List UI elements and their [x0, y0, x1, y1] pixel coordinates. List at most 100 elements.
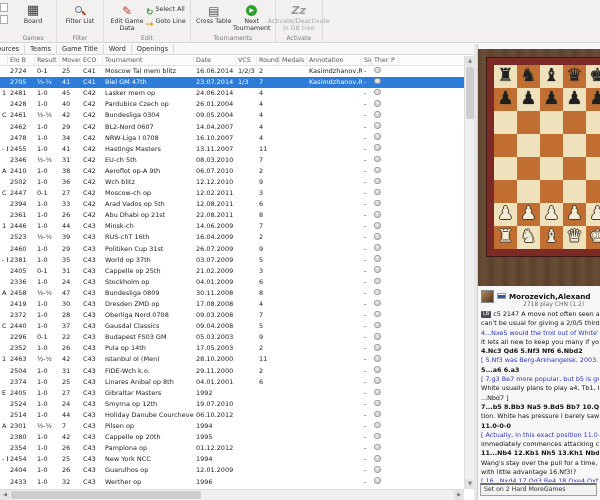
notation-move-line[interactable]: [ 7.g3 Be7 more popular, but b5 is great…	[481, 375, 599, 384]
column-header-Moves[interactable]: Moves	[60, 56, 81, 65]
goto-line-button[interactable]: → Goto Line	[146, 16, 186, 30]
game-row[interactable]: E 2405 1-0 27 C43 Gibraltar Masters 1992 -	[0, 388, 464, 399]
cell	[307, 188, 362, 199]
game-row[interactable]: 2523 ½-½ 39 C43 RUS-chT 16th 16.04.2009 2 -	[0, 232, 464, 243]
notation-move-line[interactable]: [ Actually, in this exact position 11.0-…	[481, 431, 599, 440]
game-row[interactable]: 2394 1-0 33 C42 Arad Vados op 5th 12.08.2011 6…	[0, 199, 464, 210]
chess-board[interactable]: ♜♞♝♛♚♝♞♜♟♟♟♟♟♟♟♟♟♟♟♟♟♟♟♟♜♞♝♛♚♝♞♜	[487, 58, 600, 256]
game-row[interactable]: - E2381 1-0 35 C43 World op 37th 03.07.2009 5 -	[0, 255, 464, 266]
column-header-ECO[interactable]: ECO	[81, 56, 103, 65]
game-row[interactable]: 2336 1-0 24 C43 Stockholm op 04.01.2009 6 -	[0, 277, 464, 288]
square	[494, 111, 517, 134]
column-header-Annotation[interactable]: Annotation	[307, 56, 362, 65]
game-list-header[interactable]: Elo B Result Moves ECO Tournament Date VCS Roun…	[0, 56, 464, 66]
column-header-Elo B[interactable]: Elo B	[8, 56, 35, 65]
notation-move-line[interactable]: 4...Nxe5 would the troll out of White's …	[481, 329, 599, 338]
edit-game-data-button[interactable]: ✎ Edit Game Data	[108, 2, 146, 33]
game-row[interactable]: 2404 1-0 26 C43 Guarulhos op 12.01.2009 -	[0, 465, 464, 476]
preview-footer[interactable]: Set on 2 Hard MoreGames	[480, 483, 597, 496]
game-row[interactable]: 2380 1-0 42 C43 Cappelle op 20th 1995 -	[0, 432, 464, 443]
game-row[interactable]: 2514 1-0 44 C43 Holiday Danube Courchevel 06.…	[0, 410, 464, 421]
column-header-Sig[interactable]: Sig	[362, 56, 372, 65]
game-row[interactable]: 2361 1-0 26 C42 Abu Dhabi op 21st 22.08.2011 8…	[0, 210, 464, 221]
game-row[interactable]: A 152301 ½-½ 7 C43 Pilsen op 1994 -	[0, 421, 464, 432]
column-header-Them[interactable]: Them	[372, 56, 389, 65]
notation-move-line[interactable]: 4.Nc3 Qd6 5.Nf3 Nf6 6.Nbd2	[481, 347, 599, 356]
clipped-spinner-top[interactable]	[0, 3, 8, 12]
game-row[interactable]: C 12440 1-0 37 C43 Gausdal Classics 09.04.200…	[0, 321, 464, 332]
cross-table-button[interactable]: ▤ Cross Table	[195, 2, 233, 26]
vertical-scroll-thumb[interactable]	[466, 67, 474, 119]
game-row[interactable]: 1 E2463 ½-½ 42 C43 Istanbul ol (Men) 28.10.20…	[0, 354, 464, 365]
game-row[interactable]: 2346 ½-½ 31 C42 EU-ch 5th 08.03.2010 7 -	[0, 155, 464, 166]
game-row[interactable]: 2374 1-0 25 C43 Linares Anibal op 8th 04.01.2…	[0, 377, 464, 388]
column-header-VCS[interactable]: VCS	[236, 56, 257, 65]
activate-deactivate-in-db-tree-button[interactable]: Zz Activate/Deactivate in DB tree	[268, 2, 330, 33]
clipped-spinner-bottom[interactable]	[0, 15, 8, 24]
game-row[interactable]: 2462 1-0 29 C42 BL2-Nord 0607 14.04.2007 4 -	[0, 121, 464, 132]
game-row[interactable]: 2460 1-0 29 C43 Politiken Cup 31st 26.07.2009…	[0, 244, 464, 255]
game-row[interactable]: A 82458 ½-½ 47 C43 Bundesliga 0809 30.11.2008…	[0, 288, 464, 299]
game-row[interactable]: 2419 1-0 30 C43 Dresden ZMD op 17.08.2008 4 -	[0, 299, 464, 310]
board-button[interactable]: ▦ Board	[14, 2, 52, 26]
game-row[interactable]: C 12447 0-1 27 C42 Moscow-ch op 12.02.2011 3 -	[0, 188, 464, 199]
black-piece: ♟	[497, 88, 514, 109]
scroll-right-icon[interactable]: ▶	[454, 490, 464, 500]
tab-game-title[interactable]: Game Title	[57, 44, 104, 54]
signature-cell: -	[364, 355, 367, 364]
column-header-Round[interactable]: Round	[257, 56, 280, 65]
notation-move-line[interactable]: 11.0-0-0	[481, 422, 599, 431]
game-row[interactable]: 2352 1-0 26 C43 Pula op 14th 17.05.2003 2 -	[0, 343, 464, 354]
game-row[interactable]: 1 E2446 1-0 44 C43 Minsk-ch 14.06.2009 7 -	[0, 221, 464, 232]
game-row[interactable]: 2428 1-0 40 C42 Pardubice Czech op 26.01.2004…	[0, 99, 464, 110]
theme-cell	[372, 432, 389, 443]
game-row[interactable]: - E2454 1-0 25 C43 New York NCC 1994 -	[0, 454, 464, 465]
cell	[280, 221, 307, 232]
game-row[interactable]: 1 E2481 1-0 45 C42 Lasker mem op 24.06.2014 4 -	[0, 88, 464, 99]
cell: RUS-chT 16th	[105, 233, 150, 242]
game-row[interactable]: 2705 ½-½ 41 C41 Biel GM 47th 23.07.2014 1/3 7 Ka…	[0, 77, 464, 89]
game-row[interactable]: 2372 1-0 28 C43 Oberliga Nord 0708 09.03.2008…	[0, 310, 464, 321]
column-header-Tournament[interactable]: Tournament	[103, 56, 194, 65]
p-cell	[389, 343, 399, 354]
vertical-scrollbar[interactable]: ▲ ▼	[464, 56, 475, 489]
column-header-P[interactable]: P	[389, 56, 399, 65]
horizontal-scroll-thumb[interactable]	[11, 491, 201, 499]
next-tournament-button[interactable]: ▶ Next Tournament	[233, 2, 271, 33]
column-header-blank[interactable]	[0, 56, 8, 65]
game-row[interactable]: 2354 1-0 26 C43 Pamplona op 01.12.2012 -	[0, 443, 464, 454]
theme-cell	[372, 266, 389, 277]
scroll-left-icon[interactable]: ◀	[0, 490, 10, 500]
horizontal-scrollbar[interactable]: ◀ ▶	[0, 489, 464, 500]
p-cell	[389, 199, 399, 210]
cell: Lasker mem op	[105, 89, 156, 98]
cell	[307, 88, 362, 99]
game-row[interactable]: A 152410 1-0 38 C42 Aeroflot op-A 9th 06.07.2…	[0, 166, 464, 177]
game-row[interactable]: 2504 1-0 31 C43 FIDE-Wch k.o. 29.11.2000 2 -	[0, 366, 464, 377]
game-row[interactable]: 2296 0-1 22 C43 Budapest FS03 GM 05.03.2003 9 -	[0, 332, 464, 343]
tab-sources[interactable]: Sources	[0, 44, 26, 54]
tab-openings[interactable]: Openings	[132, 44, 175, 54]
notation-move-line[interactable]: [ 16...Nxd4 17.Qd3 Be4 18.Qxe4 Qxf	[481, 477, 599, 482]
game-row[interactable]: 2405 0-1 31 C43 Cappelle op 25th 21.02.2009 3 -	[0, 266, 464, 277]
column-header-Medals[interactable]: Medals	[280, 56, 307, 65]
cell	[307, 99, 362, 110]
game-row[interactable]: 2524 1-0 24 C43 Smyrna op 12th 19.07.2010 -	[0, 399, 464, 410]
game-row[interactable]: - E2455 1-0 41 C42 Hastings Masters 13.11.200…	[0, 144, 464, 155]
column-header-Date[interactable]: Date	[194, 56, 236, 65]
notation-move-line[interactable]: [ 5.Nf3 was Berg-Arkhangelsk, 2003. From…	[481, 356, 599, 365]
filter-list-button[interactable]: Filter List	[61, 2, 99, 26]
tab-teams[interactable]: Teams	[25, 44, 57, 54]
notation-move-line[interactable]: 7...b5 8.Bb3 Na5 9.Bd5 Bb7 10.Qe2 N	[481, 403, 599, 412]
game-row[interactable]: C 12461 ½-½ 42 C42 Bundesliga 0304 09.05.2004…	[0, 110, 464, 121]
game-row[interactable]: 2478 1-0 34 C42 NRW-Liga I 0708 16.10.2007 4 -	[0, 133, 464, 144]
tab-word[interactable]: Word	[104, 44, 132, 54]
notation-move-line[interactable]: 5...a6 6.a3	[481, 366, 599, 375]
cell: C43	[83, 344, 96, 353]
column-header-Result[interactable]: Result	[35, 56, 60, 65]
game-row[interactable]: 2502 1-0 36 C42 Wch blitz 12.12.2010 9 -	[0, 177, 464, 188]
notation-move-line[interactable]: 11...Nb4 12.Kb1 Nh5 13.Kh1 Nbd7 14.	[481, 449, 599, 458]
signature-cell: -	[364, 189, 367, 198]
game-row[interactable]: 2724 0-1 25 C41 Moscow Tal mem blitz 16.06.20…	[0, 66, 464, 77]
game-row[interactable]: 2433 1-0 32 C43 Werther op 1996 -	[0, 476, 464, 487]
